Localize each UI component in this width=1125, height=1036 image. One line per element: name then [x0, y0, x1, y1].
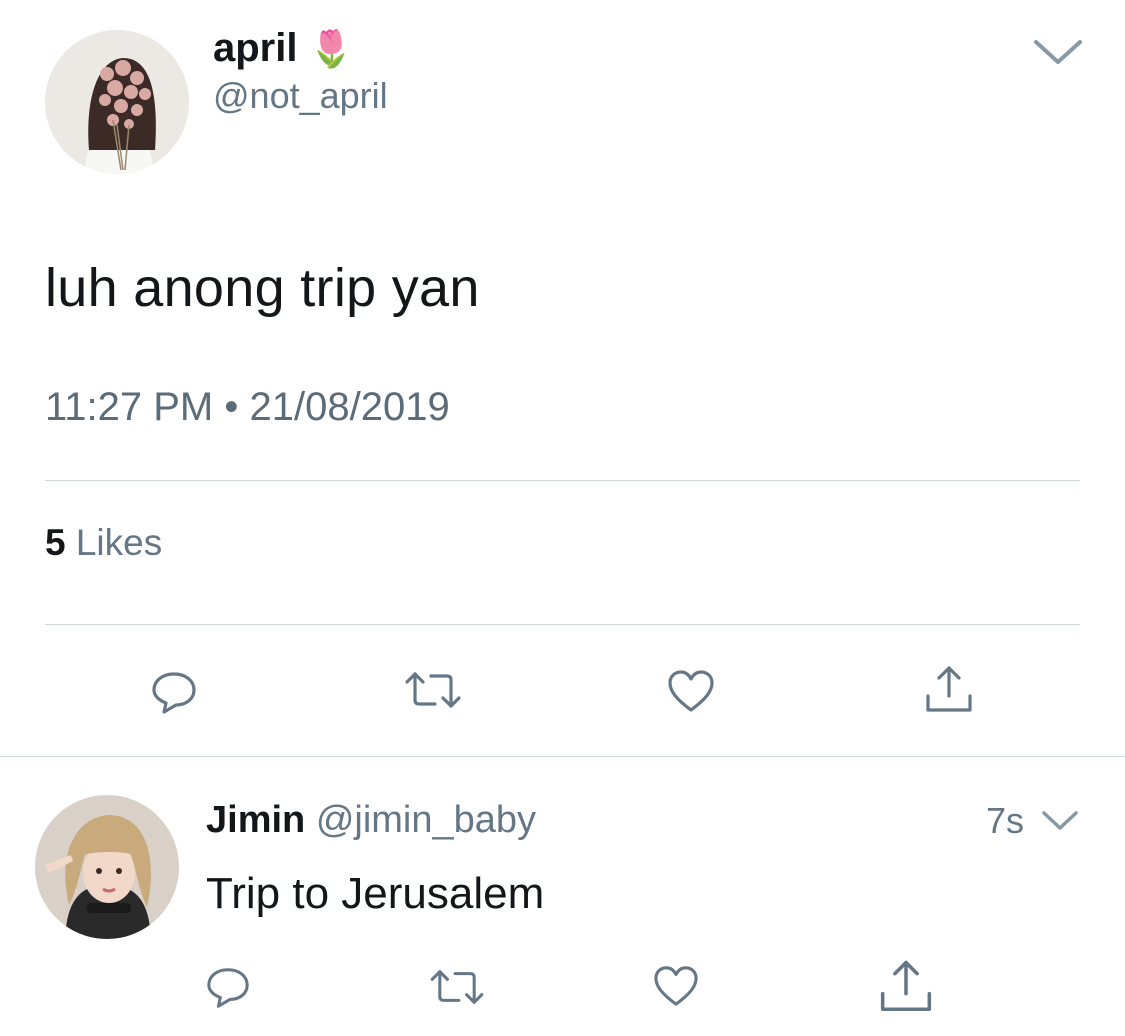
divider [45, 480, 1080, 481]
tulip-emoji: 🌷 [308, 28, 354, 69]
reply-age: 7s [986, 800, 1025, 841]
reply-display-name: Jimin [206, 799, 306, 841]
share-icon[interactable] [922, 664, 976, 716]
display-name: april [213, 26, 298, 70]
main-author-name[interactable]: april 🌷 [213, 24, 353, 73]
main-tweet-text: luh anong trip yan [45, 258, 480, 318]
retweet-icon[interactable] [428, 966, 486, 1008]
date: 21/08/2019 [249, 385, 450, 429]
chevron-down-icon[interactable] [1040, 808, 1080, 834]
chevron-down-icon[interactable] [1032, 36, 1084, 68]
heart-icon[interactable] [652, 964, 700, 1008]
separator: • [224, 385, 239, 429]
share-icon[interactable] [876, 958, 936, 1016]
likes-label: Likes [75, 522, 163, 563]
divider [45, 624, 1080, 625]
reply-tweet-text: Trip to Jerusalem [206, 869, 545, 918]
heart-icon[interactable] [666, 668, 716, 714]
likes-count[interactable]: 5 Likes [45, 522, 162, 564]
main-author-avatar[interactable] [45, 30, 189, 174]
reply-icon[interactable] [205, 964, 251, 1010]
retweet-icon[interactable] [403, 668, 463, 712]
reply-author-avatar[interactable] [35, 795, 179, 939]
likes-number: 5 [45, 522, 66, 563]
reply-handle: @jimin_baby [315, 799, 537, 841]
time: 11:27 PM [45, 385, 214, 429]
reply-author[interactable]: Jimin @jimin_baby [206, 798, 536, 842]
main-tweet-timestamp[interactable]: 11:27 PM • 21/08/2019 [45, 384, 450, 430]
divider [0, 756, 1125, 757]
main-author-handle[interactable]: @not_april [213, 76, 388, 116]
reply-icon[interactable] [150, 668, 198, 716]
